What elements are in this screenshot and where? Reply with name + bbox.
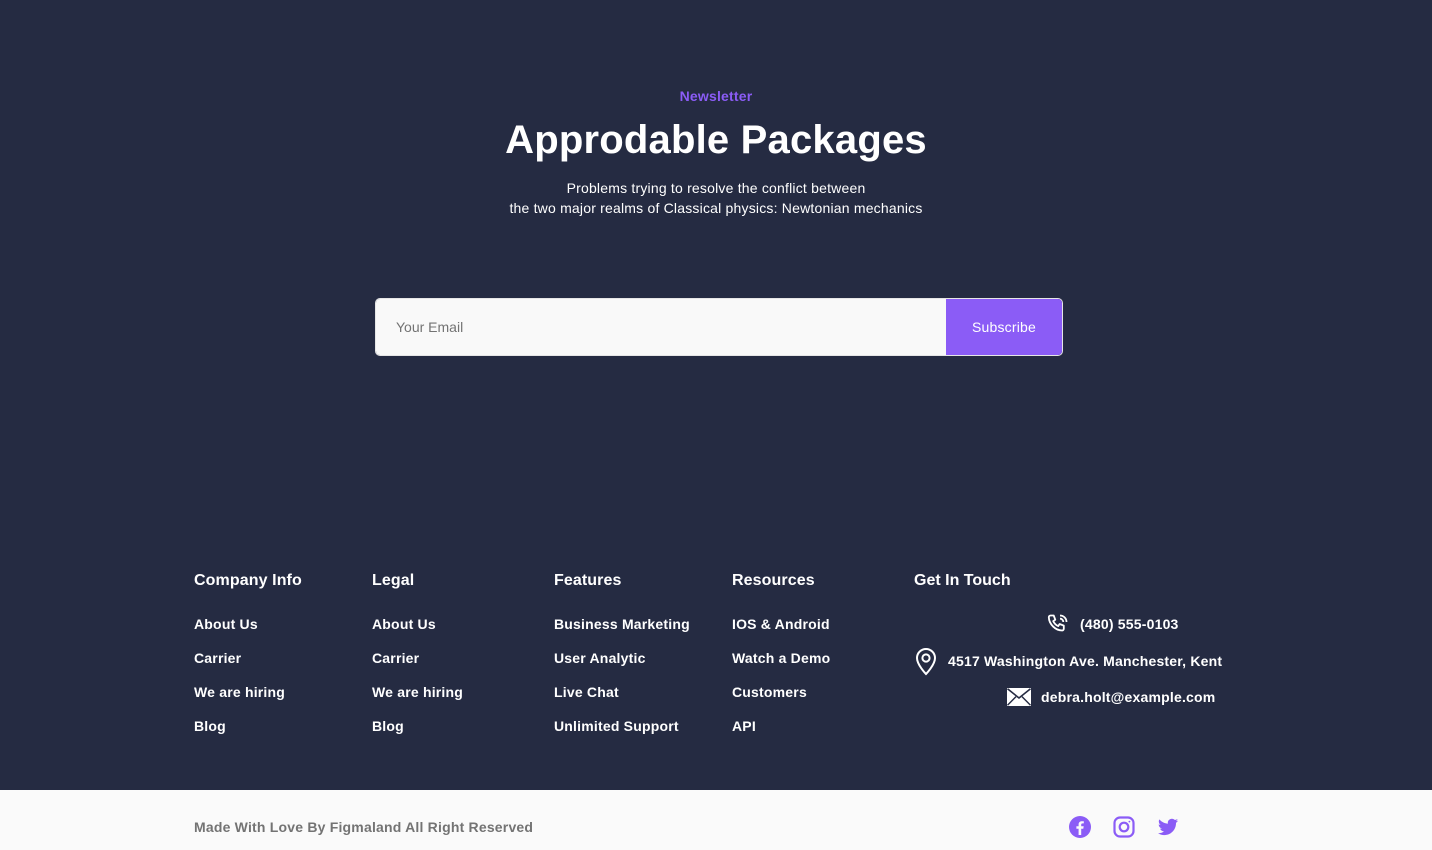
- footer-link-live-chat[interactable]: Live Chat: [554, 684, 619, 700]
- footer-link-watch-a-demo[interactable]: Watch a Demo: [732, 650, 830, 666]
- footer-link-we-are-hiring[interactable]: We are hiring: [194, 684, 285, 700]
- contact-address-text: 4517 Washington Ave. Manchester, Kent: [948, 653, 1223, 669]
- footer-link-ios-android[interactable]: IOS & Android: [732, 616, 830, 632]
- footer-link-api[interactable]: API: [732, 718, 756, 734]
- contact-address[interactable]: 4517 Washington Ave. Manchester, Kent: [914, 646, 1236, 676]
- footer-column-title: Company Info: [194, 572, 302, 589]
- footer-column-resources: Resources IOS & Android Watch a Demo Cus…: [732, 570, 830, 750]
- footer-link-we-are-hiring[interactable]: We are hiring: [372, 684, 463, 700]
- copyright-text: Made With Love By Figmaland All Right Re…: [194, 819, 534, 835]
- page: Newsletter Approdable Packages Problems …: [0, 0, 1432, 850]
- footer-link-customers[interactable]: Customers: [732, 684, 807, 700]
- contact-phone[interactable]: (480) 555-0103: [1046, 612, 1179, 636]
- bottom-bar: Made With Love By Figmaland All Right Re…: [0, 790, 1432, 850]
- newsletter-section: Newsletter Approdable Packages Problems …: [0, 0, 1432, 540]
- phone-icon: [1047, 614, 1068, 632]
- footer-column-title: Legal: [372, 572, 415, 589]
- contact-phone-text: (480) 555-0103: [1080, 616, 1179, 632]
- footer-column-title: Features: [554, 572, 622, 589]
- instagram-icon[interactable]: [1112, 815, 1136, 839]
- footer-link-about-us[interactable]: About Us: [194, 616, 258, 632]
- newsletter-subtitle-line: the two major realms of Classical physic…: [509, 200, 923, 216]
- footer-column-legal: Legal About Us Carrier We are hiring Blo…: [372, 570, 463, 750]
- newsletter-subtitle-line: Problems trying to resolve the conflict …: [566, 180, 866, 196]
- footer-column-title: Resources: [732, 572, 815, 589]
- newsletter-title: Approdable Packages: [505, 118, 927, 162]
- facebook-icon[interactable]: [1068, 815, 1092, 839]
- contact-email-text: debra.holt@example.com: [1041, 689, 1216, 705]
- footer-links: Company Info About Us Carrier We are hir…: [0, 570, 1432, 790]
- footer-link-carrier[interactable]: Carrier: [372, 650, 419, 666]
- footer-link-business-marketing[interactable]: Business Marketing: [554, 616, 690, 632]
- location-pin-icon: [915, 648, 937, 676]
- email-input[interactable]: [376, 299, 946, 355]
- footer-link-carrier[interactable]: Carrier: [194, 650, 241, 666]
- mail-icon: [1007, 688, 1031, 706]
- footer-link-blog[interactable]: Blog: [372, 718, 404, 734]
- footer-contact: Get In Touch (480) 555-0103 4517 Washing…: [914, 570, 1236, 706]
- social-links: [1068, 815, 1180, 839]
- contact-email[interactable]: debra.holt@example.com: [1007, 688, 1215, 706]
- footer-link-user-analytic[interactable]: User Analytic: [554, 650, 646, 666]
- subscribe-button[interactable]: Subscribe: [946, 299, 1062, 355]
- footer-link-blog[interactable]: Blog: [194, 718, 226, 734]
- newsletter-subtitle: Problems trying to resolve the conflict …: [0, 178, 1432, 218]
- footer-link-unlimited-support[interactable]: Unlimited Support: [554, 718, 679, 734]
- footer-link-about-us[interactable]: About Us: [372, 616, 436, 632]
- subscribe-form: Subscribe: [375, 298, 1063, 356]
- footer-column-features: Features Business Marketing User Analyti…: [554, 570, 690, 750]
- footer-column-company-info: Company Info About Us Carrier We are hir…: [194, 570, 302, 750]
- footer-contact-title: Get In Touch: [914, 572, 1011, 589]
- twitter-icon[interactable]: [1156, 815, 1180, 839]
- newsletter-eyebrow: Newsletter: [679, 88, 753, 104]
